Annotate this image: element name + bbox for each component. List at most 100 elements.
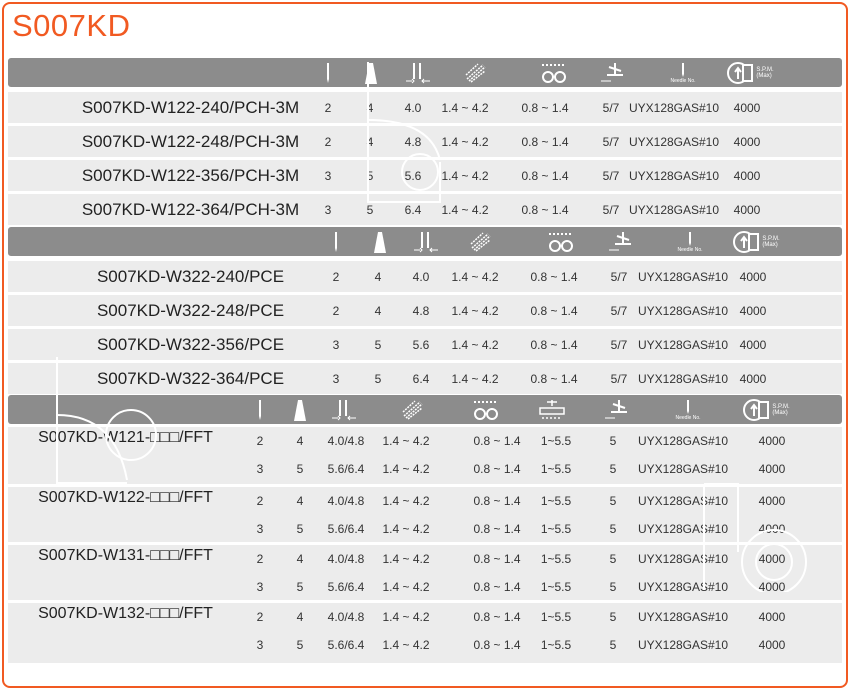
cell-needle: UYX128GAS#10 <box>628 168 720 183</box>
table-row: S007KD-W122-□□□/FFT 2 4 4.0/4.8 1.4 ~ 4.2 0.8… <box>8 487 842 542</box>
cell-needle: UYX128GAS#10 <box>637 638 729 652</box>
cell-top: 1~5.5 <box>540 580 572 594</box>
cell-spm: 4000 <box>758 522 786 536</box>
cell-top: 1~5.5 <box>540 638 572 652</box>
table3-header: Needle No. S.P.M. (Max) <box>8 395 842 424</box>
cell-diff: 0.8 ~ 1.4 <box>473 610 521 624</box>
cell-needles: 2 <box>324 100 332 115</box>
cell-foot: 5/7 <box>610 371 628 386</box>
spm-icon: S.P.M. (Max) <box>720 58 780 87</box>
cell-spm: 4000 <box>739 269 767 284</box>
cell-foot: 5 <box>609 580 617 594</box>
cell-needle: UYX128GAS#10 <box>637 494 729 508</box>
cell-threads: 4 <box>296 494 304 508</box>
cell-top: 1~5.5 <box>540 522 572 536</box>
cell-threads: 4 <box>374 303 382 318</box>
model-name: S007KD-W122-364/PCH-3M <box>81 199 300 219</box>
differential-feed-icon <box>470 395 502 424</box>
cell-needles: 3 <box>256 580 264 594</box>
cell-diff: 0.8 ~ 1.4 <box>473 638 521 652</box>
cell-spm: 4000 <box>733 202 761 217</box>
presser-foot-icon <box>602 395 632 424</box>
cell-foot: 5 <box>609 638 617 652</box>
cell-foot: 5/7 <box>610 269 628 284</box>
cell-stitch: 1.4 ~ 4.2 <box>382 434 430 448</box>
cell-diff: 0.8 ~ 1.4 <box>521 134 569 149</box>
cell-spm: 4000 <box>733 168 761 183</box>
model-name: S007KD-W122-240/PCH-3M <box>81 97 300 117</box>
page-title: S007KD <box>12 8 131 43</box>
cell-needle: UYX128GAS#10 <box>628 100 720 115</box>
cell-threads: 4 <box>296 610 304 624</box>
model-name: S007KD-W322-240/PCE <box>96 266 285 286</box>
cell-top: 1~5.5 <box>540 434 572 448</box>
table-row: S007KD-W322-364/PCE 3 5 6.4 1.4 ~ 4.2 0.8 ~ 1… <box>8 363 842 394</box>
cell-top: 1~5.5 <box>540 610 572 624</box>
cell-stitch: 1.4 ~ 4.2 <box>382 494 430 508</box>
cell-diff: 0.8 ~ 1.4 <box>473 522 521 536</box>
cell-needles: 3 <box>256 462 264 476</box>
cell-foot: 5 <box>609 494 617 508</box>
cell-gauge: 4.0 <box>404 100 422 115</box>
cell-diff: 0.8 ~ 1.4 <box>530 303 578 318</box>
cell-gauge: 5.6 <box>404 168 422 183</box>
cell-stitch: 1.4 ~ 4.2 <box>441 134 489 149</box>
cell-foot: 5/7 <box>602 202 620 217</box>
cell-top: 1~5.5 <box>540 552 572 566</box>
stitch-length-icon <box>461 58 489 87</box>
cell-threads: 5 <box>366 168 374 183</box>
model-name: S007KD-W122-356/PCH-3M <box>81 165 300 185</box>
cell-stitch: 1.4 ~ 4.2 <box>441 100 489 115</box>
table1-header: Needle No. S.P.M. (Max) <box>8 58 842 87</box>
cell-needles: 3 <box>256 522 264 536</box>
table-row: S007KD-W122-240/PCH-3M 2 4 4.0 1.4 ~ 4.2 0.8 … <box>8 92 842 123</box>
cell-spm: 4000 <box>739 303 767 318</box>
cell-threads: 4 <box>296 434 304 448</box>
cell-diff: 0.8 ~ 1.4 <box>473 580 521 594</box>
spec-line: 2 4 4.0/4.8 1.4 ~ 4.2 0.8 ~ 1.4 1~5.5 5 UYX128G… <box>8 545 842 573</box>
thread-cone-icon <box>361 58 381 87</box>
cell-threads: 5 <box>374 337 382 352</box>
table-row: S007KD-W122-364/PCH-3M 3 5 6.4 1.4 ~ 4.2 0.8 … <box>8 194 842 225</box>
needle-icon <box>320 58 336 87</box>
cell-threads: 5 <box>296 522 304 536</box>
cell-needle: UYX128GAS#10 <box>628 202 720 217</box>
table-row: S007KD-W132-□□□/FFT 2 4 4.0/4.8 1.4 ~ 4.2 0.8… <box>8 603 842 663</box>
cell-top: 1~5.5 <box>540 462 572 476</box>
cell-spm: 4000 <box>758 580 786 594</box>
cell-needle: UYX128GAS#10 <box>637 371 729 386</box>
table-row: S007KD-W131-□□□/FFT 2 4 4.0/4.8 1.4 ~ 4.2 0.8… <box>8 545 842 600</box>
cell-spm: 4000 <box>758 610 786 624</box>
spec-line: 2 4 4.0/4.8 1.4 ~ 4.2 0.8 ~ 1.4 1~5.5 5 UYX128G… <box>8 487 842 515</box>
differential-feed-icon <box>538 58 570 87</box>
cell-diff: 0.8 ~ 1.4 <box>473 434 521 448</box>
table-row: S007KD-W322-356/PCE 3 5 5.6 1.4 ~ 4.2 0.8 ~ 1… <box>8 329 842 360</box>
differential-feed-icon <box>545 227 577 256</box>
cell-threads: 4 <box>374 269 382 284</box>
cell-gauge: 4.0/4.8 <box>327 610 365 624</box>
cell-stitch: 1.4 ~ 4.2 <box>382 462 430 476</box>
cell-stitch: 1.4 ~ 4.2 <box>382 580 430 594</box>
cell-stitch: 1.4 ~ 4.2 <box>382 522 430 536</box>
cell-threads: 5 <box>296 580 304 594</box>
cell-foot: 5/7 <box>610 337 628 352</box>
cell-foot: 5 <box>609 610 617 624</box>
cell-stitch: 1.4 ~ 4.2 <box>451 371 499 386</box>
cell-gauge: 5.6/6.4 <box>327 580 365 594</box>
cell-gauge: 5.6 <box>412 337 430 352</box>
cell-top: 1~5.5 <box>540 494 572 508</box>
spec-line: 2 4 4.0/4.8 1.4 ~ 4.2 0.8 ~ 1.4 1~5.5 5 UYX128G… <box>8 603 842 631</box>
cell-needles: 3 <box>332 337 340 352</box>
cell-needle: UYX128GAS#10 <box>628 134 720 149</box>
cell-threads: 5 <box>366 202 374 217</box>
cell-stitch: 1.4 ~ 4.2 <box>382 610 430 624</box>
table-row: S007KD-W121-□□□/FFT 2 4 4.0/4.8 1.4 ~ 4.2 0.8… <box>8 427 842 484</box>
cell-diff: 0.8 ~ 1.4 <box>521 100 569 115</box>
cell-diff: 0.8 ~ 1.4 <box>473 494 521 508</box>
cell-foot: 5/7 <box>602 100 620 115</box>
cell-spm: 4000 <box>758 552 786 566</box>
cell-foot: 5 <box>609 462 617 476</box>
spec-line: 3 5 5.6/6.4 1.4 ~ 4.2 0.8 ~ 1.4 1~5.5 5 UYX128G… <box>8 455 842 483</box>
cell-gauge: 5.6/6.4 <box>327 522 365 536</box>
cell-needle: UYX128GAS#10 <box>637 580 729 594</box>
